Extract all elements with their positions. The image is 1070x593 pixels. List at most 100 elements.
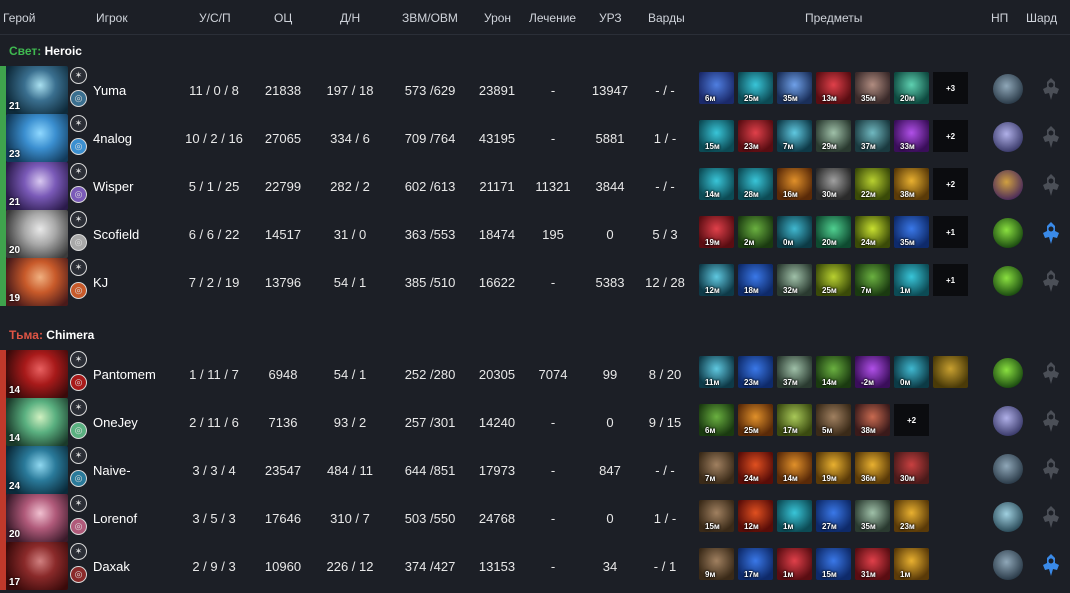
item-icon[interactable]: 11м: [699, 356, 734, 388]
item-icon[interactable]: 12м: [738, 500, 773, 532]
item-icon[interactable]: 31м: [855, 548, 890, 580]
item-icon[interactable]: 38м: [855, 404, 890, 436]
player-name[interactable]: Naive-: [93, 463, 131, 478]
player-row[interactable]: 24 ✶ ◎ Naive- 3 / 3 / 4 23547 484 / 11 644 /851…: [0, 446, 1070, 494]
facet-icon[interactable]: ◎: [70, 186, 87, 203]
neutral-item-icon[interactable]: [993, 502, 1023, 532]
talent-icon[interactable]: ✶: [70, 543, 87, 560]
more-items-badge[interactable]: +2: [933, 120, 968, 152]
item-icon[interactable]: 7м: [699, 452, 734, 484]
facet-icon[interactable]: ◎: [70, 282, 87, 299]
item-icon[interactable]: 7м: [855, 264, 890, 296]
player-row[interactable]: 20 ✶ ◎ Lorenof 3 / 5 / 3 17646 310 / 7 503 /550…: [0, 494, 1070, 542]
item-icon[interactable]: 2м: [738, 216, 773, 248]
item-icon[interactable]: 14м: [816, 356, 851, 388]
neutral-item-icon[interactable]: [993, 122, 1023, 152]
item-icon[interactable]: [933, 356, 968, 388]
item-icon[interactable]: 0м: [894, 356, 929, 388]
item-icon[interactable]: 30м: [894, 452, 929, 484]
neutral-item-icon[interactable]: [993, 218, 1023, 248]
more-items-badge[interactable]: +1: [933, 216, 968, 248]
item-icon[interactable]: 38м: [894, 168, 929, 200]
facet-icon[interactable]: ◎: [70, 374, 87, 391]
item-icon[interactable]: 23м: [738, 356, 773, 388]
item-icon[interactable]: 37м: [855, 120, 890, 152]
item-icon[interactable]: 15м: [699, 120, 734, 152]
neutral-item-icon[interactable]: [993, 406, 1023, 436]
facet-icon[interactable]: ◎: [70, 234, 87, 251]
item-icon[interactable]: 17м: [738, 548, 773, 580]
item-icon[interactable]: 24м: [855, 216, 890, 248]
item-icon[interactable]: -2м: [855, 356, 890, 388]
item-icon[interactable]: 15м: [816, 548, 851, 580]
item-icon[interactable]: 35м: [777, 72, 812, 104]
item-icon[interactable]: 23м: [894, 500, 929, 532]
item-icon[interactable]: 25м: [816, 264, 851, 296]
player-name[interactable]: Daxak: [93, 559, 130, 574]
player-name[interactable]: Yuma: [93, 83, 126, 98]
facet-icon[interactable]: ◎: [70, 470, 87, 487]
item-icon[interactable]: 33м: [894, 120, 929, 152]
talent-icon[interactable]: ✶: [70, 351, 87, 368]
item-icon[interactable]: 24м: [738, 452, 773, 484]
player-name[interactable]: KJ: [93, 275, 108, 290]
neutral-item-icon[interactable]: [993, 266, 1023, 296]
player-name[interactable]: Pantomem: [93, 367, 156, 382]
neutral-item-icon[interactable]: [993, 454, 1023, 484]
neutral-item-icon[interactable]: [993, 170, 1023, 200]
item-icon[interactable]: 0м: [777, 216, 812, 248]
item-icon[interactable]: 5м: [816, 404, 851, 436]
facet-icon[interactable]: ◎: [70, 90, 87, 107]
neutral-item-icon[interactable]: [993, 358, 1023, 388]
item-icon[interactable]: 6м: [699, 72, 734, 104]
item-icon[interactable]: 20м: [894, 72, 929, 104]
player-row[interactable]: 17 ✶ ◎ Daxak 2 / 9 / 3 10960 226 / 12 374 /427 1…: [0, 542, 1070, 590]
talent-icon[interactable]: ✶: [70, 495, 87, 512]
item-icon[interactable]: 37м: [777, 356, 812, 388]
facet-icon[interactable]: ◎: [70, 518, 87, 535]
item-icon[interactable]: 29м: [816, 120, 851, 152]
facet-icon[interactable]: ◎: [70, 566, 87, 583]
player-name[interactable]: 4nalog: [93, 131, 132, 146]
player-row[interactable]: 19 ✶ ◎ KJ 7 / 2 / 19 13796 54 / 1 385 /510 16622…: [0, 258, 1070, 306]
item-icon[interactable]: 15м: [699, 500, 734, 532]
item-icon[interactable]: 14м: [777, 452, 812, 484]
talent-icon[interactable]: ✶: [70, 399, 87, 416]
talent-icon[interactable]: ✶: [70, 447, 87, 464]
talent-icon[interactable]: ✶: [70, 163, 87, 180]
talent-icon[interactable]: ✶: [70, 259, 87, 276]
item-icon[interactable]: 18м: [738, 264, 773, 296]
player-row[interactable]: 21 ✶ ◎ Wisper 5 / 1 / 25 22799 282 / 2 602 /613…: [0, 162, 1070, 210]
item-icon[interactable]: 1м: [894, 264, 929, 296]
more-items-badge[interactable]: +2: [933, 168, 968, 200]
item-icon[interactable]: 35м: [855, 500, 890, 532]
item-icon[interactable]: 17м: [777, 404, 812, 436]
item-icon[interactable]: 36м: [855, 452, 890, 484]
item-icon[interactable]: 25м: [738, 72, 773, 104]
player-row[interactable]: 14 ✶ ◎ Pantomem 1 / 11 / 7 6948 54 / 1 252 /280…: [0, 350, 1070, 398]
more-items-badge[interactable]: +2: [894, 404, 929, 436]
player-row[interactable]: 14 ✶ ◎ OneJey 2 / 11 / 6 7136 93 / 2 257 /301 14…: [0, 398, 1070, 446]
item-icon[interactable]: 20м: [816, 216, 851, 248]
item-icon[interactable]: 1м: [777, 548, 812, 580]
item-icon[interactable]: 19м: [816, 452, 851, 484]
item-icon[interactable]: 35м: [894, 216, 929, 248]
item-icon[interactable]: 16м: [777, 168, 812, 200]
item-icon[interactable]: 14м: [699, 168, 734, 200]
player-row[interactable]: 23 ✶ ◎ 4nalog 10 / 2 / 16 27065 334 / 6 709 /76…: [0, 114, 1070, 162]
player-name[interactable]: Lorenof: [93, 511, 137, 526]
item-icon[interactable]: 30м: [816, 168, 851, 200]
player-name[interactable]: OneJey: [93, 415, 138, 430]
talent-icon[interactable]: ✶: [70, 115, 87, 132]
talent-icon[interactable]: ✶: [70, 211, 87, 228]
item-icon[interactable]: 27м: [816, 500, 851, 532]
item-icon[interactable]: 6м: [699, 404, 734, 436]
item-icon[interactable]: 1м: [894, 548, 929, 580]
more-items-badge[interactable]: +3: [933, 72, 968, 104]
more-items-badge[interactable]: +1: [933, 264, 968, 296]
neutral-item-icon[interactable]: [993, 74, 1023, 104]
neutral-item-icon[interactable]: [993, 550, 1023, 580]
player-name[interactable]: Scofield: [93, 227, 139, 242]
item-icon[interactable]: 13м: [816, 72, 851, 104]
item-icon[interactable]: 1м: [777, 500, 812, 532]
